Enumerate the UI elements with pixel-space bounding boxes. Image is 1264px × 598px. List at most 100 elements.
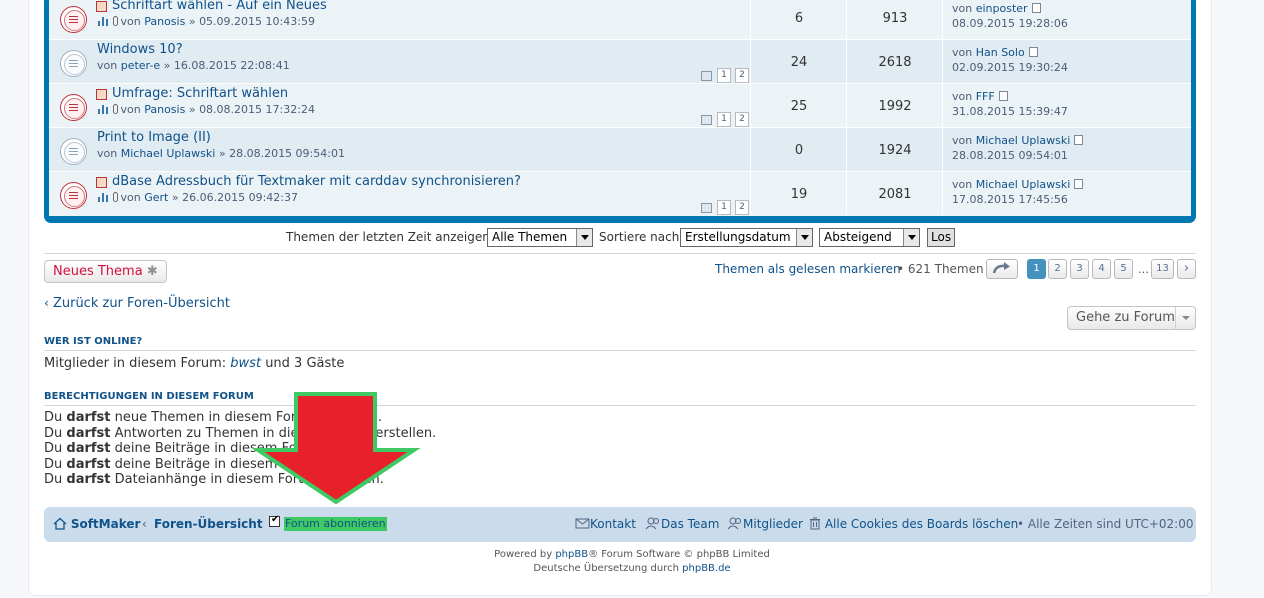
phpbb-link[interactable]: phpBB xyxy=(555,549,588,560)
topic-author-link[interactable]: Michael Uplawski xyxy=(121,147,216,160)
last-post-author-link[interactable]: Michael Uplawski xyxy=(976,178,1071,191)
topic-author-link[interactable]: Panosis xyxy=(144,103,185,116)
powered-by-line: Powered by phpBB® Forum Software © phpBB… xyxy=(0,548,1264,562)
asterisk-icon: ✱ xyxy=(146,264,158,279)
mark-read-link[interactable]: Themen als gelesen markieren xyxy=(715,262,901,276)
permission-line: Du darfst Dateianhänge in diesem Forum e… xyxy=(44,472,384,487)
last-post-author-link[interactable]: einposter xyxy=(976,2,1028,15)
page-last[interactable]: 13 xyxy=(1151,259,1174,279)
online-user-link[interactable]: bwst xyxy=(230,356,261,371)
topic-title-link[interactable]: Schriftart wählen - Auf ein Neues xyxy=(112,0,327,13)
sort-select[interactable]: Erstellungsdatum xyxy=(680,228,813,247)
new-topic-button[interactable]: Neues Thema ✱ xyxy=(44,260,167,283)
topic-meta: von Gert » 26.06.2015 09:42:37 xyxy=(97,191,298,204)
last-post-info: von Han Solo xyxy=(952,46,1038,59)
by-label: von xyxy=(952,46,973,59)
topic-meta: von Panosis » 08.08.2015 17:32:24 xyxy=(97,103,315,116)
topic-meta: von Panosis » 05.09.2015 10:43:59 xyxy=(97,15,315,28)
edit-pencil-icon xyxy=(96,89,107,100)
contact-link[interactable]: Kontakt xyxy=(575,517,636,531)
edit-pencil-icon xyxy=(96,1,107,12)
last-post-author-link[interactable]: FFF xyxy=(976,90,995,103)
order-select[interactable]: Absteigend xyxy=(819,228,920,247)
last-post-author-link[interactable]: Han Solo xyxy=(976,46,1025,59)
home-icon xyxy=(53,517,67,530)
subscribe-forum-link[interactable]: Forum abonnieren xyxy=(284,517,387,531)
topic-meta: von peter-e » 16.08.2015 22:08:41 xyxy=(97,59,290,72)
subscribe-checkbox[interactable]: ✔ xyxy=(269,514,280,527)
last-post-icon[interactable] xyxy=(1031,3,1041,13)
topic-page-link[interactable]: 2 xyxy=(735,200,749,215)
last-post-info: von Michael Uplawski xyxy=(952,178,1084,191)
translation-text: Deutsche Übersetzung durch xyxy=(533,563,679,574)
by-label: von xyxy=(97,59,118,72)
topic-author-link[interactable]: Panosis xyxy=(144,15,185,28)
divider xyxy=(44,350,1196,351)
jump-to-page-button[interactable] xyxy=(986,259,1018,279)
copyright-text: ® Forum Software © phpBB Limited xyxy=(588,549,770,560)
translation-line: Deutsche Übersetzung durch phpBB.de xyxy=(0,562,1264,576)
topic-author-link[interactable]: peter-e xyxy=(121,59,160,72)
timezone-text: • Alle Zeiten sind UTC+02:00 xyxy=(1017,517,1194,531)
topic-page-link[interactable]: 2 xyxy=(735,68,749,83)
delete-cookies-link[interactable]: Alle Cookies des Boards löschen xyxy=(809,517,1018,531)
topic-title-link[interactable]: Umfrage: Schriftart wählen xyxy=(112,86,288,101)
last-post-author-link[interactable]: Michael Uplawski xyxy=(976,134,1071,147)
attachment-icon xyxy=(112,192,118,202)
page-current[interactable]: 1 xyxy=(1027,259,1046,279)
go-button[interactable]: Los xyxy=(927,228,956,247)
pages-icon xyxy=(701,70,712,81)
topic-pagination: 12 xyxy=(701,68,753,83)
topic-title-link[interactable]: Print to Image (II) xyxy=(97,130,211,145)
last-post-icon[interactable] xyxy=(1028,47,1038,57)
views-count: 2081 xyxy=(878,187,912,202)
topic-icon xyxy=(60,50,87,77)
by-label: von xyxy=(952,90,973,103)
by-label: von xyxy=(952,134,973,147)
topic-page-link[interactable]: 1 xyxy=(717,68,731,83)
team-link[interactable]: Das Team xyxy=(645,517,719,531)
members-icon xyxy=(727,517,741,530)
topic-author-link[interactable]: Gert xyxy=(144,191,168,204)
last-post-icon[interactable] xyxy=(1074,179,1084,189)
home-link[interactable]: SoftMaker xyxy=(53,517,140,531)
chevron-left-icon: ‹ xyxy=(44,296,49,310)
topic-page-link[interactable]: 2 xyxy=(735,112,749,127)
topic-row: Print to Image (II) von Michael Uplawski … xyxy=(49,128,1191,172)
sort-label: Sortiere nach xyxy=(599,230,680,244)
topic-page-link[interactable]: 1 xyxy=(717,112,731,127)
topic-title-link[interactable]: dBase Adressbuch für Textmaker mit cardd… xyxy=(112,174,521,189)
sort-select-value: Erstellungsdatum xyxy=(685,230,791,244)
page-link[interactable]: 3 xyxy=(1070,259,1089,279)
views-count: 2618 xyxy=(878,55,912,70)
jump-to-forum-button[interactable]: Gehe zu Forum xyxy=(1067,306,1196,330)
topic-row: Umfrage: Schriftart wählen von Panosis »… xyxy=(49,84,1191,128)
hot-topic-icon xyxy=(60,182,87,209)
back-link[interactable]: ‹ Zurück zur Foren-Übersicht xyxy=(44,296,230,311)
permission-line: Du darfst neue Themen in diesem Forum er… xyxy=(44,410,382,425)
last-post-icon[interactable] xyxy=(998,91,1008,101)
page-link[interactable]: 5 xyxy=(1114,259,1133,279)
last-post-info: von einposter xyxy=(952,2,1041,15)
divider xyxy=(44,253,1196,254)
by-label: von xyxy=(952,178,973,191)
phpbb-de-link[interactable]: phpBB.de xyxy=(682,563,730,574)
last-post-date: 17.08.2015 17:45:56 xyxy=(952,193,1068,206)
permission-verb: darfst xyxy=(66,456,111,472)
topic-page-link[interactable]: 1 xyxy=(717,200,731,215)
page-link[interactable]: 4 xyxy=(1092,259,1111,279)
last-post-icon[interactable] xyxy=(1074,135,1084,145)
members-link[interactable]: Mitglieder xyxy=(727,517,803,531)
show-select[interactable]: Alle Themen xyxy=(487,228,593,247)
permissions-heading: BERECHTIGUNGEN IN DIESEM FORUM xyxy=(44,391,254,402)
next-page-button[interactable]: › xyxy=(1177,259,1196,279)
separator: » xyxy=(218,147,226,160)
topic-title-link[interactable]: Windows 10? xyxy=(97,42,183,57)
poll-icon xyxy=(97,192,109,202)
index-link[interactable]: Foren-Übersicht xyxy=(154,517,263,531)
permission-line: Du darfst deine Beiträge in diesem Forum… xyxy=(44,457,381,472)
last-post-info: von Michael Uplawski xyxy=(952,134,1084,147)
trash-icon xyxy=(810,517,820,530)
page-link[interactable]: 2 xyxy=(1048,259,1067,279)
online-heading: WER IST ONLINE? xyxy=(44,336,143,347)
